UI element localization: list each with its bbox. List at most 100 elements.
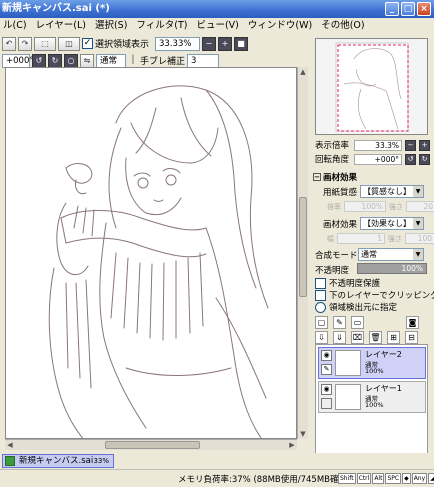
collapse-icon[interactable]: − <box>313 173 321 181</box>
rotate-left-icon[interactable]: ↺ <box>32 53 46 68</box>
paper-texture-value: 【質感なし】 <box>363 187 412 196</box>
nav-zoom-in-icon[interactable]: + <box>419 139 430 151</box>
merge-down-icon[interactable]: ⇓ <box>333 331 346 344</box>
dropdown-arrow-icon: ▼ <box>413 249 423 260</box>
zoom-row: 表示倍率 33.3% − + <box>315 139 430 151</box>
selection-source-radio[interactable] <box>315 301 326 313</box>
menu-tool[interactable]: ル(C) <box>0 18 33 34</box>
new-folder-icon[interactable]: ▭ <box>351 316 364 329</box>
delete-layer-icon[interactable]: 🗑 <box>369 331 382 344</box>
visibility-eye-icon[interactable]: ◉ <box>321 384 332 395</box>
navigator-preview[interactable] <box>315 38 428 135</box>
rotation-value[interactable]: +000° <box>354 153 402 165</box>
zoom-out-icon[interactable]: − <box>202 36 217 51</box>
zoom-field[interactable]: 33.33% <box>155 36 201 51</box>
scroll-right-icon[interactable]: ▶ <box>287 440 297 450</box>
invert-selection-icon[interactable]: ◫ <box>58 36 80 51</box>
undo-icon[interactable]: ↶ <box>2 36 16 51</box>
selection-source-row[interactable]: 領域検出元に指定 <box>315 301 397 313</box>
paper-scale-slider[interactable]: 100% <box>344 201 386 212</box>
new-layer-icon[interactable]: ▢ <box>315 316 328 329</box>
texture-section-title: 画材効果 <box>323 173 358 183</box>
menu-bar: ル(C) レイヤー(L) 選択(S) フィルタ(T) ビュー(V) ウィンドウ(… <box>0 18 434 34</box>
nav-zoom-out-icon[interactable]: − <box>405 139 416 151</box>
menu-filter[interactable]: フィルタ(T) <box>133 18 193 34</box>
window-controls: _ □ × <box>385 2 431 16</box>
paper-row: 用紙質感 【質感なし】 ▼ <box>323 185 425 198</box>
scroll-up-icon[interactable]: ▲ <box>298 67 308 77</box>
zoom-in-icon[interactable]: + <box>218 36 233 51</box>
effect-select[interactable]: 【効果なし】 ▼ <box>360 217 425 230</box>
layer-blend-select[interactable]: 通常 ▼ <box>358 248 424 261</box>
merge-icon[interactable]: ⊞ <box>387 331 400 344</box>
layer-thumbnail <box>335 384 361 410</box>
maximize-button[interactable]: □ <box>401 2 415 16</box>
new-linework-layer-icon[interactable]: ✎ <box>333 316 346 329</box>
stabilizer-select[interactable]: 3 <box>187 53 220 68</box>
mask-icon[interactable]: ◙ <box>406 316 419 329</box>
effect-label: 画材効果 <box>323 219 358 230</box>
brush-icon: ✎ <box>321 364 332 375</box>
clear-layer-icon[interactable]: ⌧ <box>351 331 364 344</box>
show-selection-checkbox[interactable]: ✓ <box>82 38 93 49</box>
blend-label: 合成モード <box>315 250 358 261</box>
separator-icon: │ <box>130 54 136 64</box>
scroll-left-icon[interactable]: ◀ <box>5 440 15 450</box>
rotate-right-icon[interactable]: ↻ <box>48 53 62 68</box>
flip-icon[interactable]: ⇋ <box>80 53 94 68</box>
paper-strength-label: 強さ <box>389 202 403 211</box>
navigator-thumbnail <box>316 39 427 134</box>
vertical-scroll-thumb[interactable] <box>299 197 307 297</box>
zoom-value[interactable]: 33.3% <box>354 139 402 151</box>
menu-other[interactable]: その他(O) <box>318 18 370 34</box>
layer-buttons-row2: ⇩ ⇓ ⌧ 🗑 ⊞ ⊟ <box>315 331 418 344</box>
nav-rotate-left-icon[interactable]: ↺ <box>405 153 416 165</box>
scroll-down-icon[interactable]: ▼ <box>298 429 308 439</box>
lock-slot-icon[interactable] <box>321 398 332 409</box>
layer-thumbnail <box>335 350 361 376</box>
protect-opacity-row[interactable]: 不透明度保護 <box>315 277 380 289</box>
deselect-icon[interactable]: ⬚ <box>34 36 56 51</box>
sketch-drawing <box>48 85 269 438</box>
paper-scale-label: 倍率 <box>327 202 341 211</box>
transfer-down-icon[interactable]: ⇩ <box>315 331 328 344</box>
menu-select[interactable]: 選択(S) <box>92 18 133 34</box>
clipping-checkbox[interactable] <box>315 289 326 301</box>
any-key-indicator: Any <box>411 473 428 484</box>
menu-window[interactable]: ウィンドウ(W) <box>245 18 318 34</box>
properties-icon[interactable]: ⊟ <box>405 331 418 344</box>
resize-grip-icon[interactable]: ◢ <box>428 473 434 484</box>
diamond-key-indicator: ◆ <box>402 473 411 484</box>
visibility-eye-icon[interactable]: ◉ <box>321 350 332 361</box>
paper-strength-slider[interactable]: 20 <box>406 201 434 212</box>
protect-opacity-label: 不透明度保護 <box>329 279 381 289</box>
zoom-reset-icon[interactable]: ■ <box>234 36 249 51</box>
rotation-field[interactable]: +000° <box>2 53 34 68</box>
blend-mode-select[interactable]: 通常 <box>96 53 126 68</box>
effect-strength-slider[interactable]: 100 <box>405 233 434 244</box>
texture-section-header[interactable]: − 画材効果 <box>313 171 357 183</box>
vertical-scrollbar[interactable]: ▲ ▼ <box>297 67 308 439</box>
layer-item[interactable]: ◉ レイヤー1 通常 100% <box>318 381 426 413</box>
horizontal-scroll-thumb[interactable] <box>105 441 200 449</box>
paper-texture-select[interactable]: 【質感なし】 ▼ <box>360 185 425 198</box>
layer-item[interactable]: ◉ ✎ レイヤー2 通常 100% <box>318 347 426 379</box>
minimize-button[interactable]: _ <box>385 2 399 16</box>
protect-opacity-checkbox[interactable] <box>315 277 326 289</box>
memory-status: メモリ負荷率:37% (88MB使用/745MB確保) <box>178 475 351 485</box>
rotate-reset-icon[interactable]: ○ <box>64 53 78 68</box>
redo-icon[interactable]: ↷ <box>18 36 32 51</box>
nav-rotate-right-icon[interactable]: ↻ <box>419 153 430 165</box>
document-tab[interactable]: 新規キャンバス.sai 33% <box>2 454 114 468</box>
rotation-row: 回転角度 +000° ↺ ↻ <box>315 153 430 165</box>
menu-layer[interactable]: レイヤー(L) <box>33 18 92 34</box>
window-title: 新規キャンバス.sai (*) <box>2 3 110 14</box>
effect-width-slider[interactable]: 1 <box>337 233 385 244</box>
opacity-slider[interactable]: 100% <box>357 263 427 274</box>
drawing-canvas[interactable] <box>5 67 297 439</box>
horizontal-scrollbar[interactable]: ◀ ▶ <box>5 439 297 450</box>
menu-view[interactable]: ビュー(V) <box>193 18 244 34</box>
clipping-row[interactable]: 下のレイヤーでクリッピング <box>315 289 434 301</box>
close-button[interactable]: × <box>417 2 431 16</box>
layer-list: ◉ ✎ レイヤー2 通常 100% ◉ レイヤー1 通常 100% <box>315 344 428 462</box>
